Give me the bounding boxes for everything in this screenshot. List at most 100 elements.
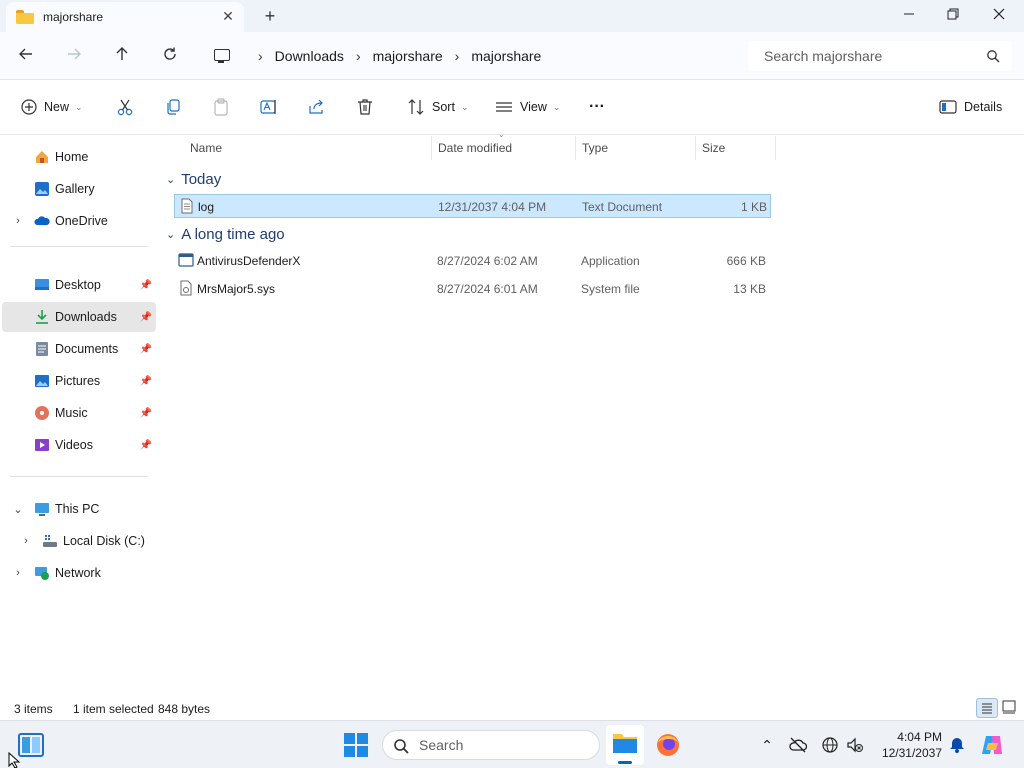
music-icon (35, 406, 49, 420)
minimize-button[interactable] (886, 0, 932, 32)
nav-item-desktop[interactable]: Desktop 📌 (2, 270, 156, 300)
taskbar-clock[interactable]: 4:04 PM 12/31/2037 (868, 729, 942, 761)
text-file-icon (181, 198, 193, 214)
column-header-date-modified[interactable]: Date modified ⌄ (432, 130, 576, 160)
sort-label: Sort (432, 100, 455, 114)
pin-icon[interactable]: 📌 (140, 280, 152, 291)
firefox-icon[interactable] (655, 732, 681, 758)
system-file-icon (180, 280, 192, 296)
active-app-indicator (618, 761, 632, 764)
up-button[interactable] (110, 44, 134, 68)
network-icon (35, 567, 49, 580)
pin-icon[interactable]: 📌 (140, 312, 152, 323)
nav-item-home[interactable]: Home (2, 142, 156, 172)
tiles-view-button[interactable] (999, 698, 1021, 718)
breadcrumb-chevron-icon[interactable]: › (455, 48, 460, 64)
selection-count: 1 item selected (73, 702, 154, 716)
arrow-left-icon (19, 48, 32, 60)
minimize-icon (904, 13, 914, 15)
close-window-button[interactable] (976, 0, 1022, 32)
cloud-offline-icon[interactable] (789, 736, 807, 754)
file-row-log[interactable]: log 12/31/2037 4:04 PM Text Document 1 K… (174, 194, 771, 218)
this-pc-icon[interactable] (212, 46, 232, 66)
column-header-size[interactable]: Size (696, 136, 776, 160)
chevron-down-icon[interactable]: ⌄ (12, 503, 24, 516)
pin-icon[interactable]: 📌 (140, 376, 152, 387)
details-pane-button[interactable]: Details (938, 94, 1002, 120)
maximize-button[interactable] (930, 0, 976, 32)
group-header-long-time-ago[interactable]: ⌄ A long time ago (166, 223, 285, 245)
volume-muted-icon[interactable] (846, 736, 864, 754)
taskbar-search[interactable]: Search (382, 730, 600, 760)
paste-button[interactable] (211, 94, 231, 120)
taskbar: Search ⌃ 4:04 PM 12/31/2037 (0, 720, 1024, 768)
pin-icon[interactable]: 📌 (140, 408, 152, 419)
nav-item-local-disk[interactable]: › Local Disk (C:) (2, 526, 156, 556)
windows-start-icon[interactable] (343, 732, 369, 758)
file-row-mrsmajor5-sys[interactable]: MrsMajor5.sys 8/27/2024 6:01 AM System f… (174, 277, 771, 301)
breadcrumb-majorshare-current[interactable]: majorshare (471, 48, 541, 64)
close-tab-button[interactable]: ✕ (220, 8, 236, 24)
details-view-button[interactable] (976, 698, 998, 718)
copilot-icon[interactable] (980, 733, 1004, 757)
tiles-view-icon (1002, 700, 1016, 714)
network-globe-icon[interactable] (821, 736, 839, 754)
file-explorer-icon (613, 734, 637, 753)
selection-size: 848 bytes (158, 702, 211, 716)
breadcrumb-downloads[interactable]: Downloads (275, 48, 344, 64)
share-button[interactable] (307, 94, 327, 120)
pin-icon[interactable]: 📌 (140, 440, 152, 451)
column-header-type[interactable]: Type (576, 136, 696, 160)
nav-item-documents[interactable]: Documents 📌 (2, 334, 156, 364)
sort-icon (408, 99, 424, 115)
address-bar: › Downloads › majorshare › majorshare (0, 32, 1024, 80)
restore-icon (947, 8, 959, 20)
view-button[interactable]: View ⌄ (494, 94, 560, 120)
rename-button[interactable] (259, 94, 279, 120)
nav-item-videos[interactable]: Videos 📌 (2, 430, 156, 460)
chevron-right-icon[interactable]: › (12, 215, 24, 227)
group-header-today[interactable]: ⌄ Today (166, 168, 221, 190)
show-hidden-icons-chevron-icon[interactable]: ⌃ (758, 736, 776, 754)
nav-item-network[interactable]: › Network (2, 558, 156, 588)
search-box[interactable] (748, 41, 1012, 71)
forward-button[interactable] (62, 44, 86, 68)
tab-majorshare[interactable]: majorshare ✕ (6, 2, 244, 32)
breadcrumb-majorshare-parent[interactable]: majorshare (373, 48, 443, 64)
nav-label: Home (55, 150, 89, 164)
column-header-name[interactable]: Name (184, 136, 432, 160)
chevron-right-icon[interactable]: › (20, 535, 32, 547)
new-button[interactable]: New ⌄ (20, 94, 83, 120)
nav-item-music[interactable]: Music 📌 (2, 398, 156, 428)
navigation-pane: Home Gallery › OneDrive Desktop 📌 Downlo… (0, 136, 160, 696)
file-list: Name Date modified ⌄ Type Size ⌄ Today l… (160, 130, 1024, 696)
cut-button[interactable] (115, 94, 135, 120)
back-button[interactable] (14, 44, 38, 68)
new-tab-button[interactable]: + (260, 6, 280, 26)
copy-button[interactable] (163, 94, 183, 120)
search-input[interactable] (764, 48, 984, 64)
delete-button[interactable] (355, 94, 375, 120)
pin-icon[interactable]: 📌 (140, 344, 152, 355)
close-icon (993, 8, 1005, 20)
file-row-antivirusdefenderx[interactable]: AntivirusDefenderX 8/27/2024 6:02 AM App… (174, 249, 771, 273)
refresh-button[interactable] (158, 44, 182, 68)
notification-bell-icon[interactable] (948, 736, 966, 754)
chevron-down-icon: ⌄ (460, 101, 469, 112)
breadcrumb-chevron-icon[interactable]: › (356, 48, 361, 64)
sort-button[interactable]: Sort ⌄ (406, 94, 468, 120)
chevron-right-icon[interactable]: › (12, 567, 24, 579)
nav-item-pictures[interactable]: Pictures 📌 (2, 366, 156, 396)
breadcrumb-chevron-icon[interactable]: › (258, 48, 263, 64)
home-icon (36, 151, 48, 163)
nav-label: Network (55, 566, 101, 580)
mouse-cursor-icon (8, 752, 21, 768)
more-options-button[interactable]: ··· (589, 94, 605, 120)
nav-item-gallery[interactable]: Gallery (2, 174, 156, 204)
nav-item-onedrive[interactable]: › OneDrive (2, 206, 156, 236)
taskbar-file-explorer[interactable] (606, 725, 644, 765)
nav-divider (10, 476, 148, 477)
taskbar-search-label: Search (419, 737, 464, 753)
nav-item-downloads[interactable]: Downloads 📌 (2, 302, 156, 332)
nav-item-this-pc[interactable]: ⌄ This PC (2, 494, 156, 524)
